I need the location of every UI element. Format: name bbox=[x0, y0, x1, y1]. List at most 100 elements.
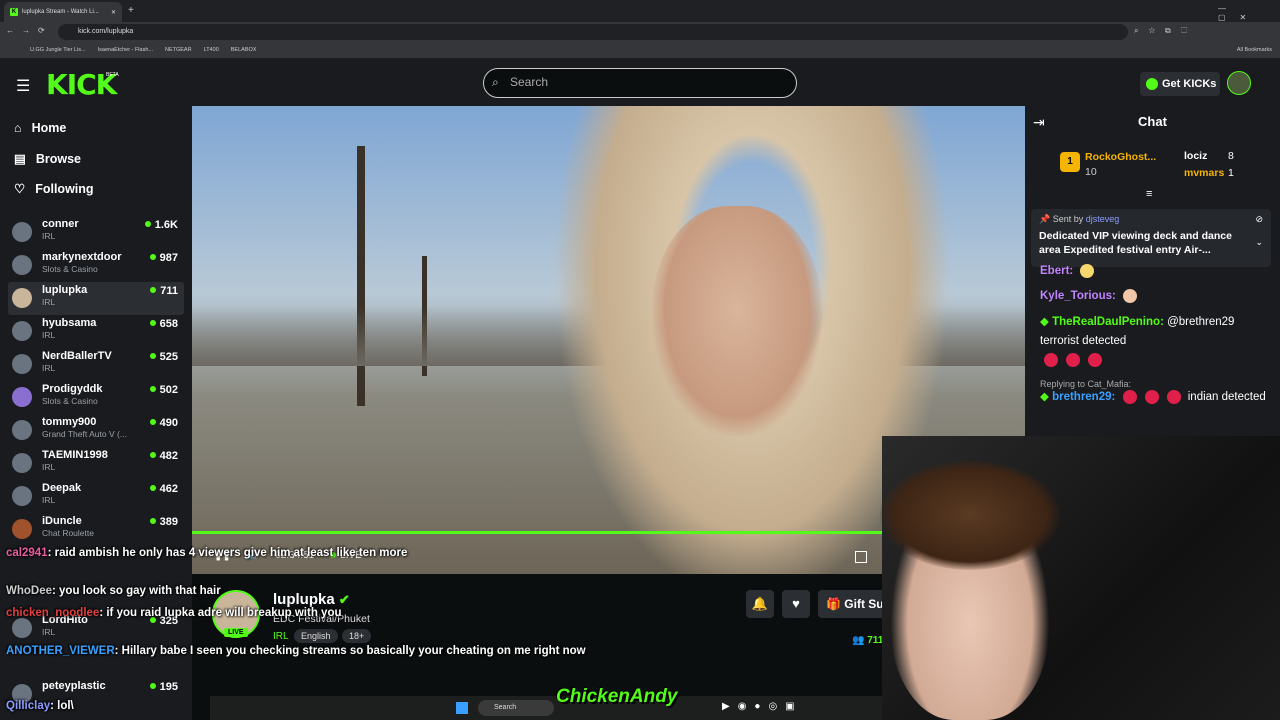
viewer-count: 195 bbox=[150, 681, 178, 693]
search-input[interactable]: ⌕ Search bbox=[483, 68, 797, 98]
leaderboard-user[interactable]: mvmars bbox=[1184, 167, 1224, 179]
avatar bbox=[12, 387, 32, 407]
browser-tab-bar bbox=[0, 0, 1280, 22]
streamer-face bbox=[652, 206, 822, 436]
leaderboard-count: 8 bbox=[1228, 150, 1234, 162]
overlay-chat-line: Qilliclay: lol\ bbox=[6, 700, 74, 712]
close-tab-icon[interactable]: ✕ bbox=[111, 9, 116, 16]
nav-browse[interactable]: ▤ Browse bbox=[14, 151, 81, 167]
viewer-count: 525 bbox=[150, 351, 178, 363]
search-icon: ⌕ bbox=[492, 75, 499, 89]
rank-badge: 1 bbox=[1060, 152, 1080, 172]
get-kicks-button[interactable]: Get KICKs bbox=[1140, 72, 1220, 96]
notification-bell-icon[interactable]: 🔔 bbox=[746, 590, 774, 618]
stream-category[interactable]: IRL bbox=[273, 631, 289, 642]
avatar bbox=[12, 222, 32, 242]
leaderboard-user[interactable]: lociz bbox=[1184, 150, 1207, 162]
get-kicks-label: Get KICKs bbox=[1162, 78, 1217, 90]
sidebar-channel[interactable]: iDuncle Chat Roulette 389 bbox=[8, 513, 184, 546]
beta-label: BETA bbox=[106, 72, 119, 78]
viewer-count: 1.6K bbox=[145, 219, 178, 231]
viewer-count: 502 bbox=[150, 384, 178, 396]
nav-buttons[interactable]: ←→⟳ bbox=[6, 26, 53, 35]
search-placeholder: Search bbox=[510, 75, 549, 89]
overlay-chat-line: WhoDee: you look so gay with that hair bbox=[6, 585, 221, 597]
viewer-count: 389 bbox=[150, 516, 178, 528]
avatar bbox=[12, 519, 32, 539]
viewer-count: 462 bbox=[150, 483, 178, 495]
sidebar-channel[interactable]: TAEMIN1998 IRL 482 bbox=[8, 447, 184, 480]
menu-icon[interactable]: ☰ bbox=[16, 76, 30, 96]
chat-header: Chat bbox=[1138, 114, 1167, 129]
sidebar-channel[interactable]: conner IRL 1.6K bbox=[8, 216, 184, 249]
avatar bbox=[12, 486, 32, 506]
unpin-icon[interactable]: ⊘ bbox=[1255, 214, 1263, 225]
filter-icon[interactable]: ≡ bbox=[1146, 188, 1152, 200]
bookmarks-bar: U.GG Jungle Tier Lis... IsaenaEtcher - F… bbox=[0, 42, 1280, 58]
tag-english[interactable]: English bbox=[294, 629, 338, 643]
gift-icon: 🎁 bbox=[826, 597, 841, 611]
tag-18plus[interactable]: 18+ bbox=[342, 629, 372, 643]
live-badge: LIVE bbox=[224, 628, 248, 637]
bookmark-item[interactable]: BELABOX bbox=[231, 47, 257, 53]
leaderboard-count: 10 bbox=[1085, 166, 1097, 178]
avatar bbox=[12, 618, 32, 638]
kick-favicon-icon: K bbox=[10, 8, 18, 16]
new-tab-icon[interactable]: + bbox=[128, 5, 134, 16]
leaderboard-user[interactable]: RockoGhost... bbox=[1085, 151, 1156, 163]
taskbar-search[interactable]: Search bbox=[478, 700, 554, 716]
taskbar-app-icons[interactable]: ▶◉●◎▣ bbox=[722, 701, 803, 712]
verified-icon: ✔ bbox=[338, 592, 350, 607]
windows-start-icon[interactable] bbox=[456, 702, 468, 714]
sidebar-channel[interactable]: Deepak IRL 462 bbox=[8, 480, 184, 513]
address-bar[interactable]: kick.com/luplupka bbox=[58, 24, 1128, 40]
kicks-icon bbox=[1146, 78, 1158, 90]
bookmark-item[interactable]: LT400 bbox=[204, 47, 219, 53]
home-icon: ⌂ bbox=[14, 121, 22, 135]
viewer-count: 658 bbox=[150, 318, 178, 330]
sidebar-channel[interactable]: tommy900 Grand Theft Auto V (... 490 bbox=[8, 414, 184, 447]
palm-tree bbox=[357, 146, 365, 406]
overlay-chat-line: ANOTHER_VIEWER: Hillary babe I seen you … bbox=[6, 645, 586, 657]
overlay-chat-line: chicken_noodlee: if you raid lupka adre … bbox=[6, 607, 342, 619]
sidebar-channel[interactable]: Prodigyddk Slots & Casino 502 bbox=[8, 381, 184, 414]
bookmark-item[interactable]: IsaenaEtcher - Flash... bbox=[98, 47, 153, 53]
sidebar-channel[interactable]: hyubsama IRL 658 bbox=[8, 315, 184, 348]
viewer-count: 490 bbox=[150, 417, 178, 429]
browser-extension-icons[interactable]: ⌕☆⧉⬚ bbox=[1134, 26, 1197, 36]
sidebar-channel[interactable]: NerdBallerTV IRL 525 bbox=[8, 348, 184, 381]
leaderboard-count: 1 bbox=[1228, 167, 1234, 179]
avatar bbox=[12, 420, 32, 440]
sidebar-channel-selected[interactable]: luplupka IRL 711 bbox=[8, 282, 184, 315]
viewer-count: 482 bbox=[150, 450, 178, 462]
nav-home[interactable]: ⌂ Home bbox=[14, 121, 66, 135]
viewer-count: 711 bbox=[150, 285, 178, 297]
sidebar-channel[interactable]: markynextdoor Slots & Casino 987 bbox=[8, 249, 184, 282]
browser-tab[interactable]: K luplupka Stream - Watch Li... ✕ bbox=[4, 2, 122, 22]
chevron-down-icon[interactable]: ⌄ bbox=[1255, 237, 1263, 248]
streamer-watermark: ChickenAndy bbox=[556, 686, 678, 707]
pinned-text: Dedicated VIP viewing deck and dance are… bbox=[1039, 230, 1232, 256]
progress-bar[interactable] bbox=[192, 531, 882, 534]
gift-subs-button[interactable]: 🎁 Gift Su bbox=[818, 590, 888, 618]
nav-following[interactable]: ♡ Following bbox=[14, 181, 94, 197]
pinned-message[interactable]: 📌 Sent by djsteveg Dedicated VIP viewing… bbox=[1031, 209, 1271, 267]
chat-message: ◆ TheRealDaulPenino: @brethren29 terrori… bbox=[1040, 313, 1272, 370]
avatar bbox=[12, 288, 32, 308]
viewer-count: 987 bbox=[150, 252, 178, 264]
viewers-icon: 👥 bbox=[852, 635, 865, 646]
user-avatar[interactable] bbox=[1227, 71, 1251, 95]
avatar bbox=[12, 321, 32, 341]
fullscreen-icon[interactable] bbox=[855, 551, 867, 563]
window-controls[interactable]: —▢✕ bbox=[1218, 4, 1280, 22]
all-bookmarks[interactable]: All Bookmarks bbox=[1237, 47, 1272, 53]
webcam-hair bbox=[880, 460, 1060, 570]
url-text: kick.com/luplupka bbox=[78, 28, 134, 35]
follow-heart-icon[interactable]: ♥ bbox=[782, 590, 810, 618]
tab-title: luplupka Stream - Watch Li... bbox=[22, 9, 99, 15]
chat-message: Kyle_Torious: bbox=[1040, 287, 1272, 306]
bookmark-item[interactable]: NETGEAR bbox=[165, 47, 192, 53]
browse-icon: ▤ bbox=[14, 152, 26, 166]
bookmark-item[interactable]: U.GG Jungle Tier Lis... bbox=[30, 47, 86, 53]
heart-icon: ♡ bbox=[14, 182, 26, 196]
